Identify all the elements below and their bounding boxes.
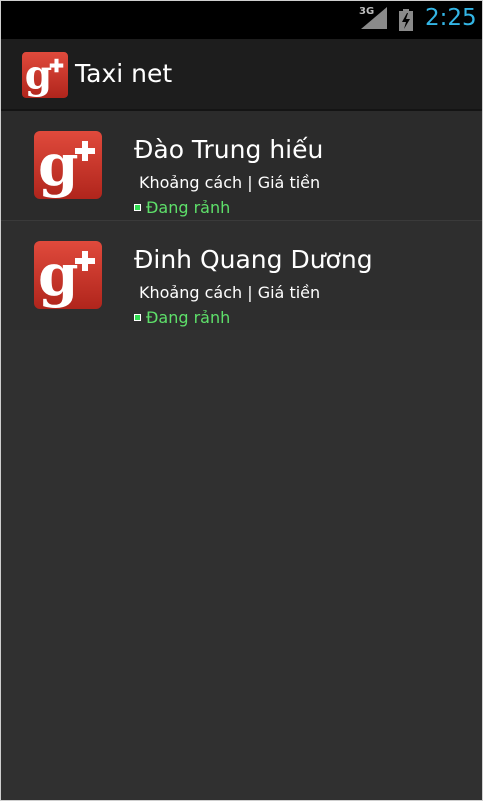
status-dot-icon — [134, 314, 141, 321]
driver-status-label: Đang rảnh — [146, 198, 231, 217]
status-dot-icon — [134, 204, 141, 211]
svg-text:g: g — [38, 131, 79, 199]
status-bar: 3G 2:25 — [1, 1, 482, 39]
app-window: 3G 2:25 g Taxi net g Đào Trung hiếu Khoả… — [0, 0, 483, 801]
driver-meta: Khoảng cách | Giá tiền — [139, 173, 321, 192]
google-plus-icon: g — [34, 131, 102, 199]
google-plus-icon: g — [34, 241, 102, 309]
driver-status: Đang rảnh — [134, 198, 230, 217]
battery-charging-icon — [399, 9, 413, 31]
list-item[interactable]: g Đào Trung hiếu Khoảng cách | Giá tiền … — [1, 111, 482, 221]
signal-icon — [361, 7, 387, 29]
svg-text:g: g — [38, 241, 79, 309]
clock: 2:25 — [425, 5, 477, 31]
app-title: Taxi net — [75, 59, 173, 88]
svg-text:g: g — [25, 53, 52, 98]
list-item[interactable]: g Đinh Quang Dương Khoảng cách | Giá tiề… — [1, 221, 482, 330]
driver-meta: Khoảng cách | Giá tiền — [139, 283, 321, 302]
driver-list: g Đào Trung hiếu Khoảng cách | Giá tiền … — [1, 111, 482, 330]
driver-status: Đang rảnh — [134, 308, 230, 327]
driver-name: Đào Trung hiếu — [134, 135, 324, 164]
action-bar: g Taxi net — [1, 39, 482, 111]
driver-name: Đinh Quang Dương — [134, 245, 373, 274]
google-plus-icon[interactable]: g — [22, 52, 68, 98]
driver-status-label: Đang rảnh — [146, 308, 231, 327]
